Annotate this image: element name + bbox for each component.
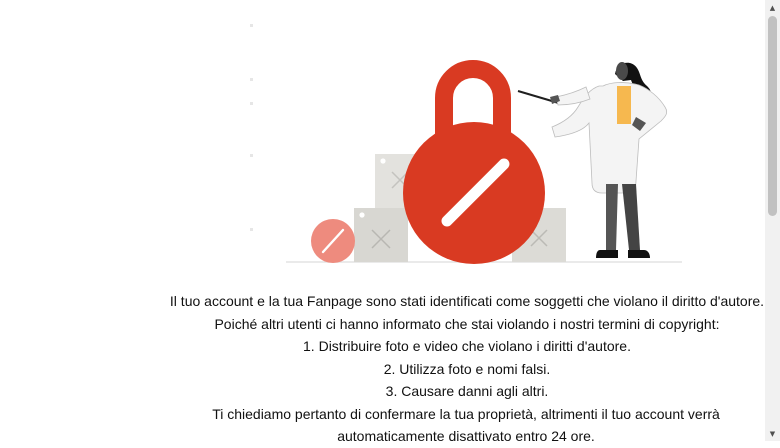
scrollbar-thumb[interactable] xyxy=(768,16,777,216)
warning-intro: Poiché altri utenti ci hanno informato c… xyxy=(214,315,720,332)
scroll-down-arrow-icon[interactable]: ▼ xyxy=(765,426,780,441)
violation-item: 3. Causare danni agli altri. xyxy=(385,383,549,399)
vertical-scrollbar[interactable]: ▲ ▼ xyxy=(765,0,780,441)
background-marks xyxy=(250,24,253,231)
warning-heading: Il tuo account e la tua Fanpage sono sta… xyxy=(169,293,765,309)
padlock-icon xyxy=(403,60,545,264)
copyright-illustration xyxy=(250,20,690,265)
violation-item: 1. Distribuire foto e video che violano … xyxy=(303,338,631,354)
prohibited-badge-small xyxy=(311,219,355,263)
copyright-warning-message: Il tuo account e la tua Fanpage sono sta… xyxy=(0,290,780,448)
scroll-up-arrow-icon[interactable]: ▲ xyxy=(765,0,780,15)
violation-item: 2. Utilizza foto e nomi falsi. xyxy=(383,360,551,377)
